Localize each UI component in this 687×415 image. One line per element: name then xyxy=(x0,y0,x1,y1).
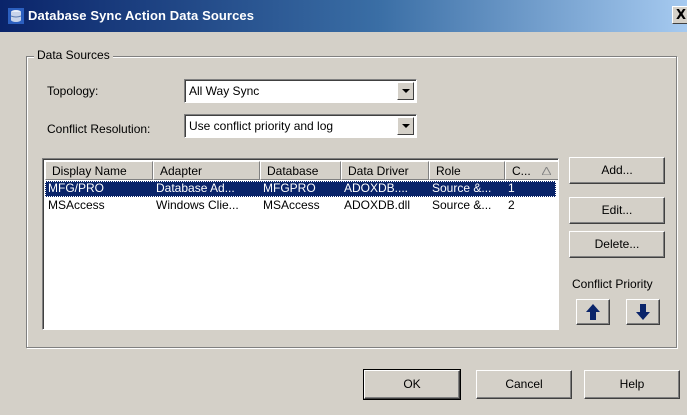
column-header-priority[interactable]: C... xyxy=(505,161,558,180)
column-header-role[interactable]: Role xyxy=(429,161,505,180)
add-button[interactable]: Add... xyxy=(569,157,665,184)
conflict-priority-label: Conflict Priority xyxy=(572,277,653,291)
conflict-resolution-label: Conflict Resolution: xyxy=(47,122,151,136)
edit-button-label: Edit... xyxy=(601,203,633,217)
close-button[interactable]: X xyxy=(672,6,687,24)
cancel-button[interactable]: Cancel xyxy=(476,370,572,399)
title-bar[interactable]: Database Sync Action Data Sources X xyxy=(0,0,687,32)
conflict-resolution-select[interactable]: Use conflict priority and log xyxy=(184,114,417,138)
cell-data-driver: ADOXDB.... xyxy=(344,181,409,195)
cell-role: Source &... xyxy=(432,198,492,212)
cell-role: Source &... xyxy=(432,181,492,195)
cell-database: MFGPRO xyxy=(263,181,316,195)
add-button-label: Add... xyxy=(601,163,633,177)
cancel-button-label: Cancel xyxy=(505,377,543,391)
arrow-up-icon xyxy=(586,304,600,320)
dialog-window: Database Sync Action Data Sources X Data… xyxy=(0,0,687,415)
cell-display-name: MFG/PRO xyxy=(48,181,104,195)
topology-select[interactable]: All Way Sync xyxy=(184,79,417,103)
cell-adapter: Windows Clie... xyxy=(156,198,239,212)
cell-priority: 2 xyxy=(508,198,515,212)
column-header-display-name[interactable]: Display Name xyxy=(45,161,153,180)
column-header-adapter[interactable]: Adapter xyxy=(153,161,260,180)
cell-data-driver: ADOXDB.dll xyxy=(344,198,411,212)
column-header-data-driver[interactable]: Data Driver xyxy=(341,161,429,180)
column-header-priority-label: C... xyxy=(512,164,531,178)
table-row[interactable]: MFG/PRO Database Ad... MFGPRO ADOXDB....… xyxy=(45,181,556,197)
window-title: Database Sync Action Data Sources xyxy=(28,8,255,23)
sort-ascending-icon xyxy=(542,167,551,175)
arrow-down-icon xyxy=(636,304,650,320)
cell-database: MSAccess xyxy=(263,198,320,212)
cell-adapter: Database Ad... xyxy=(156,181,235,195)
conflict-resolution-value: Use conflict priority and log xyxy=(189,119,334,133)
ok-button[interactable]: OK xyxy=(363,369,461,400)
move-up-button[interactable] xyxy=(576,299,610,325)
data-sources-list[interactable]: Display Name Adapter Database Data Drive… xyxy=(42,158,559,330)
chevron-down-icon[interactable] xyxy=(397,82,414,100)
data-sources-legend: Data Sources xyxy=(34,48,113,62)
database-app-icon xyxy=(8,8,24,24)
chevron-down-icon[interactable] xyxy=(397,117,414,135)
move-down-button[interactable] xyxy=(626,299,660,325)
column-header-database[interactable]: Database xyxy=(260,161,341,180)
delete-button[interactable]: Delete... xyxy=(569,231,665,258)
edit-button[interactable]: Edit... xyxy=(569,197,665,224)
help-button-label: Help xyxy=(619,377,645,391)
delete-button-label: Delete... xyxy=(594,237,640,251)
cell-priority: 1 xyxy=(508,181,515,195)
cell-display-name: MSAccess xyxy=(48,198,105,212)
ok-button-label: OK xyxy=(403,377,421,391)
topology-label: Topology: xyxy=(47,84,99,98)
table-row[interactable]: MSAccess Windows Clie... MSAccess ADOXDB… xyxy=(45,198,556,214)
help-button[interactable]: Help xyxy=(584,370,680,399)
topology-value: All Way Sync xyxy=(189,84,260,98)
